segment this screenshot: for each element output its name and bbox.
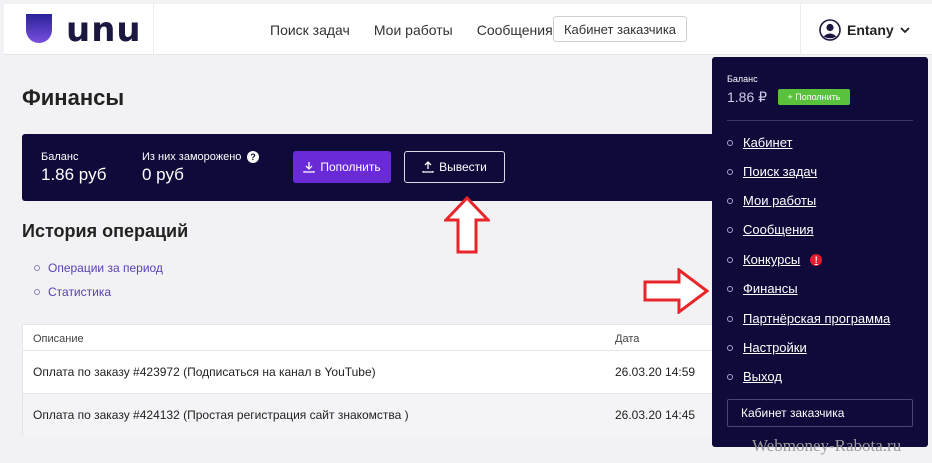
balance-value: 1.86 руб	[41, 165, 107, 184]
user-menu-toggle[interactable]: Entany	[800, 4, 932, 55]
bullet-icon	[727, 256, 733, 263]
column-header-description: Описание	[33, 333, 84, 345]
bullet-icon	[34, 265, 40, 271]
row-description: Оплата по заказу #424132 (Простая регист…	[33, 408, 409, 422]
topup-button[interactable]: Пополнить	[293, 151, 391, 183]
nav-my-works[interactable]: Мои работы	[374, 22, 453, 38]
menu-item-label: Кабинет	[743, 135, 793, 150]
row-date: 26.03.20 14:45	[615, 408, 696, 422]
history-link-stats[interactable]: Статистика	[34, 285, 111, 299]
operations-table: Описание Дата Оплата по заказу #423972 (…	[22, 324, 722, 436]
menu-item-my-works[interactable]: Мои работы	[727, 193, 816, 208]
chevron-down-icon	[900, 26, 910, 33]
menu-item-label: Настройки	[743, 340, 807, 355]
frozen-value: 0 руб	[142, 165, 184, 184]
upload-icon	[422, 161, 434, 173]
page-title: Финансы	[22, 85, 125, 110]
history-title: История операций	[22, 221, 189, 241]
menu-topup-button[interactable]: + Пополнить	[778, 89, 850, 105]
history-link-label: Статистика	[48, 285, 112, 299]
menu-item-settings[interactable]: Настройки	[727, 340, 807, 355]
username: Entany	[847, 21, 894, 38]
menu-item-messages[interactable]: Сообщения	[727, 222, 814, 237]
menu-item-label: Сообщения	[743, 222, 814, 237]
menu-item-finances[interactable]: Финансы	[727, 281, 798, 296]
client-cabinet-button[interactable]: Кабинет заказчика	[553, 16, 687, 42]
help-icon[interactable]: ?	[247, 151, 259, 163]
bullet-icon	[727, 285, 733, 292]
menu-item-label: Партнёрская программа	[743, 311, 891, 326]
main-nav: Поиск задач Мои работы Сообщения	[270, 4, 553, 55]
bullet-icon	[727, 315, 733, 322]
download-icon	[303, 162, 315, 173]
menu-item-label: Конкурсы	[743, 252, 801, 267]
top-header: unu Поиск задач Мои работы Сообщения Каб…	[4, 4, 932, 55]
alert-icon: !	[810, 253, 823, 266]
bullet-icon	[727, 226, 733, 233]
user-avatar-icon	[819, 18, 841, 41]
user-dropdown-menu: Баланс 1.86 ₽ + Пополнить Кабинет Поиск …	[712, 57, 928, 447]
menu-item-cabinet[interactable]: Кабинет	[727, 135, 792, 150]
logo-text: unu	[66, 10, 142, 50]
bullet-icon	[727, 373, 733, 380]
menu-item-partner-program[interactable]: Партнёрская программа	[727, 311, 890, 326]
menu-divider	[727, 120, 913, 121]
menu-item-label: Мои работы	[743, 193, 817, 208]
nav-messages[interactable]: Сообщения	[477, 22, 553, 38]
bullet-icon	[727, 168, 733, 175]
menu-item-search-tasks[interactable]: Поиск задач	[727, 164, 817, 179]
menu-balance-value: 1.86 ₽	[727, 89, 768, 105]
bullet-icon	[727, 197, 733, 204]
arrow-right-annotation-icon	[643, 268, 709, 314]
table-row: Оплата по заказу #424132 (Простая регист…	[23, 393, 721, 436]
history-link-label: Операции за период	[48, 261, 163, 275]
column-header-date: Дата	[615, 333, 640, 345]
menu-item-contests[interactable]: Конкурсы !	[727, 252, 823, 267]
row-description: Оплата по заказу #423972 (Подписаться на…	[33, 365, 376, 379]
logo-mark-icon	[26, 14, 52, 43]
balance-label: Баланс	[41, 151, 79, 163]
topup-label: Пополнить	[320, 160, 381, 174]
logo[interactable]: unu	[4, 4, 154, 55]
table-row: Оплата по заказу #423972 (Подписаться на…	[23, 350, 721, 393]
bullet-icon	[727, 344, 733, 351]
menu-client-cabinet-button[interactable]: Кабинет заказчика	[727, 399, 913, 427]
watermark: Webmoney-Rabota.ru	[752, 436, 902, 455]
bullet-icon	[727, 139, 733, 146]
row-date: 26.03.20 14:59	[615, 365, 696, 379]
arrow-up-annotation-icon	[444, 196, 490, 254]
withdraw-label: Вывести	[439, 160, 487, 174]
menu-balance-label: Баланс	[727, 74, 758, 84]
menu-item-label: Поиск задач	[743, 164, 818, 179]
menu-item-label: Финансы	[743, 281, 798, 296]
frozen-label: Из них заморожено	[142, 151, 242, 163]
nav-search-tasks[interactable]: Поиск задач	[270, 22, 350, 38]
bullet-icon	[34, 289, 40, 295]
withdraw-button[interactable]: Вывести	[404, 151, 505, 183]
menu-item-logout[interactable]: Выход	[727, 369, 782, 384]
menu-item-label: Выход	[743, 369, 782, 384]
history-link-period[interactable]: Операции за период	[34, 261, 163, 275]
